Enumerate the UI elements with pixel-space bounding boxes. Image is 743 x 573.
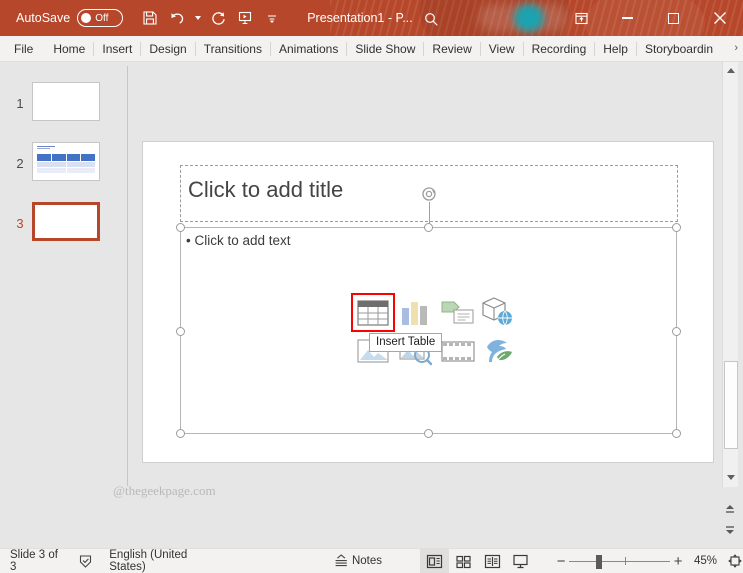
slide-number-3: 3 [16, 216, 24, 231]
thumbnail-title-lines [37, 146, 55, 150]
insert-table-highlight-box [351, 293, 395, 332]
content-placeholder-label: Click to add text [194, 233, 291, 248]
save-icon[interactable] [137, 5, 163, 31]
document-title: Presentation1 - P... [307, 11, 413, 25]
insert-video-icon[interactable] [440, 337, 475, 371]
notes-label: Notes [351, 555, 382, 567]
close-icon[interactable] [697, 0, 742, 36]
selection-handle-bottom-left[interactable] [176, 429, 185, 438]
reading-view-button[interactable] [478, 549, 507, 573]
thumbnail-table-graphic [37, 154, 95, 173]
next-slide-icon[interactable] [722, 521, 738, 541]
slide-number-1: 1 [16, 96, 24, 111]
title-bar: AutoSave Off Presentation1 - P... [0, 0, 743, 36]
slide-thumbnail-preview-3[interactable] [32, 202, 100, 241]
ribbon-tab-transitions[interactable]: Transitions [196, 36, 270, 62]
selection-handle-bottom-right[interactable] [672, 429, 681, 438]
insert-icons-icon[interactable] [481, 335, 515, 369]
watermark: @thegeekpage.com [113, 483, 216, 498]
slide-number-2: 2 [16, 156, 24, 171]
undo-dropdown-icon[interactable] [191, 5, 204, 31]
selection-handle-top-left[interactable] [176, 223, 185, 232]
zoom-in-button[interactable]: + [670, 553, 686, 570]
selection-handle-top-right[interactable] [672, 223, 681, 232]
insert-table-tooltip: Insert Table [369, 333, 443, 352]
ribbon-tab-home[interactable]: Home [45, 36, 93, 62]
content-placeholder-text: • Click to add text [186, 233, 291, 248]
scrollbar-thumb[interactable] [724, 361, 738, 449]
minimize-icon[interactable] [605, 0, 650, 36]
zoom-slider-track [568, 560, 671, 563]
ribbon-display-options-icon[interactable] [569, 7, 593, 29]
ribbon-tab-storyboarding[interactable]: Storyboardin [637, 36, 721, 62]
insert-chart-icon[interactable] [398, 298, 432, 332]
selection-handle-top-center[interactable] [424, 223, 433, 232]
autosave-label: AutoSave [16, 11, 71, 25]
slide-thumbnail-panel: 1 2 3 [0, 62, 127, 548]
insert-smartart-icon[interactable] [440, 298, 474, 332]
ribbon-tab-file[interactable]: File [0, 36, 45, 62]
ribbon-tab-recording[interactable]: Recording [524, 36, 595, 62]
undo-icon[interactable] [164, 5, 190, 31]
search-icon[interactable] [420, 8, 442, 30]
slide-thumbnail-1[interactable]: 1 [8, 82, 100, 121]
selection-handle-bottom-center[interactable] [424, 429, 433, 438]
ribbon-tab-design[interactable]: Design [141, 36, 194, 62]
accessibility-checker-icon[interactable] [78, 549, 93, 573]
slide-thumbnail-preview-1[interactable] [32, 82, 100, 121]
status-bar: Slide 3 of 3 English (United States) Not… [0, 548, 743, 573]
selection-handle-middle-left[interactable] [176, 327, 185, 336]
ribbon-tab-slide-show[interactable]: Slide Show [347, 36, 423, 62]
ribbon-tab-help[interactable]: Help [595, 36, 636, 62]
powerpoint-window: AutoSave Off Presentation1 - P... File H… [0, 0, 743, 573]
notes-button[interactable]: Notes [334, 549, 382, 573]
selection-handle-middle-right[interactable] [672, 327, 681, 336]
ribbon-tab-insert[interactable]: Insert [94, 36, 140, 62]
autosave-knob [81, 13, 92, 23]
start-slideshow-icon[interactable] [232, 5, 258, 31]
zoom-out-button[interactable]: − [553, 553, 569, 570]
fit-slide-to-window-icon[interactable] [727, 549, 743, 573]
vertical-scrollbar[interactable] [722, 62, 738, 487]
redo-icon[interactable] [205, 5, 231, 31]
normal-view-button[interactable] [420, 548, 449, 573]
slide-thumbnail-2[interactable]: 2 [8, 142, 100, 181]
title-placeholder-text: Click to add title [188, 177, 344, 202]
quick-access-toolbar [137, 5, 285, 31]
slide-show-button[interactable] [506, 549, 535, 573]
scroll-down-icon[interactable] [724, 470, 738, 485]
autosave-toggle[interactable]: Off [77, 9, 124, 27]
ribbon-tab-view[interactable]: View [481, 36, 523, 62]
ribbon-tab-bar: File Home Insert Design Transitions Anim… [0, 36, 743, 62]
slide-counter[interactable]: Slide 3 of 3 [10, 549, 60, 573]
slide-thumbnail-3[interactable]: 3 [8, 202, 100, 241]
ribbon-tab-review[interactable]: Review [424, 36, 479, 62]
slide-sorter-view-button[interactable] [449, 549, 478, 573]
autosave-state-label: Off [95, 12, 109, 24]
insert-3d-model-icon[interactable] [481, 296, 515, 330]
zoom-slider-midpoint [624, 556, 627, 565]
notes-icon [334, 554, 349, 568]
scroll-up-icon[interactable] [724, 63, 738, 78]
zoom-level-label[interactable]: 45% [694, 549, 717, 573]
zoom-slider-handle[interactable] [595, 554, 602, 569]
slide-thumbnail-preview-2[interactable] [32, 142, 100, 181]
rotation-handle-icon[interactable] [421, 186, 438, 203]
ribbon-overflow-icon[interactable]: › [734, 42, 738, 54]
avatar[interactable] [514, 4, 544, 32]
customize-quick-access-toolbar-icon[interactable] [259, 5, 285, 31]
content-bullet: • [186, 233, 191, 248]
ribbon-tab-animations[interactable]: Animations [271, 36, 346, 62]
language-status[interactable]: English (United States) [109, 549, 212, 573]
previous-slide-icon[interactable] [722, 498, 738, 518]
zoom-slider[interactable] [568, 549, 671, 573]
maximize-icon[interactable] [651, 0, 696, 36]
